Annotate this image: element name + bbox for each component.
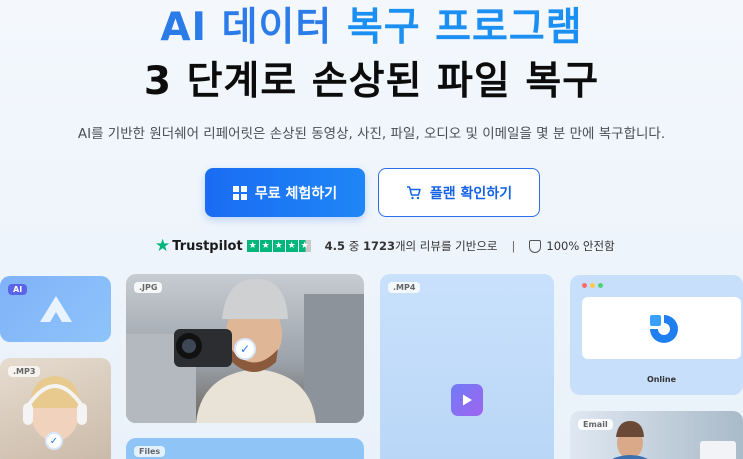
cart-icon — [406, 185, 421, 199]
check-badge-icon: ✓ — [45, 432, 63, 450]
windows-icon — [232, 185, 247, 200]
jpg-card: .JPG ✓ — [126, 274, 364, 423]
trustpilot-star-icon: ★ — [155, 236, 171, 256]
check-plans-button[interactable]: 플랜 확인하기 — [378, 168, 540, 217]
star-icon: ★ — [246, 240, 259, 252]
hero-title-ai: AI 데이터 — [160, 5, 333, 50]
half-star-icon: ★ — [298, 240, 311, 252]
video-play-icon — [451, 384, 483, 416]
email-card: Email — [570, 411, 743, 459]
hero-title-recovery: 복구 프로그램 — [346, 5, 583, 50]
mp4-tag: .MP4 — [388, 282, 421, 293]
separator: | — [511, 239, 516, 253]
online-label: Online — [646, 375, 677, 384]
star-icon: ★ — [272, 240, 285, 252]
files-tag: Files — [134, 446, 166, 457]
free-trial-label: 무료 체험하기 — [254, 185, 338, 202]
hero-title-line1: AI 데이터 복구 프로그램 — [0, 2, 743, 54]
repair-logo-icon — [650, 315, 678, 343]
star-icon: ★ — [285, 240, 298, 252]
shield-check-icon — [529, 239, 542, 253]
online-window — [582, 297, 741, 359]
safety-text: 100% 안전함 — [546, 239, 615, 253]
email-person-image — [612, 421, 736, 459]
mp3-card: .MP3 ✓ — [0, 358, 111, 459]
hero-title-line2: 3 단계로 손상된 파일 복구 — [143, 59, 600, 104]
check-badge-icon: ✓ — [234, 338, 256, 360]
trust-bar: ★ Trustpilot ★ ★ ★ ★ ★ 4.5 중 1723개의 리뷰를 … — [155, 236, 615, 256]
mp4-card: .MP4 — [380, 274, 554, 459]
trustpilot-rating-stars: ★ ★ ★ ★ ★ — [246, 240, 311, 252]
rating-value: 4.5 — [324, 239, 346, 253]
check-plans-label: 플랜 확인하기 — [429, 185, 513, 202]
free-trial-button[interactable]: 무료 체험하기 — [205, 168, 365, 217]
hero-subtitle: AI를 기반한 원더쉐어 리페어릿은 손상된 동영상, 사진, 파일, 오디오 … — [77, 126, 666, 142]
rating-text: 4.5 중 1723개의 리뷰를 기반으로 — [325, 238, 498, 254]
review-suffix: 개의 리뷰를 기반으로 — [394, 239, 498, 253]
files-card: Files — [126, 438, 364, 459]
ai-card: AI — [0, 276, 111, 342]
window-dots — [582, 283, 603, 288]
ai-logo-icon — [40, 296, 72, 322]
review-count: 1723 — [362, 239, 395, 253]
rating-mid: 중 — [348, 239, 360, 253]
trustpilot-brand[interactable]: Trustpilot — [172, 239, 242, 254]
ai-tag: AI — [8, 284, 28, 295]
star-icon: ★ — [259, 240, 272, 252]
online-card: Online — [570, 275, 743, 395]
